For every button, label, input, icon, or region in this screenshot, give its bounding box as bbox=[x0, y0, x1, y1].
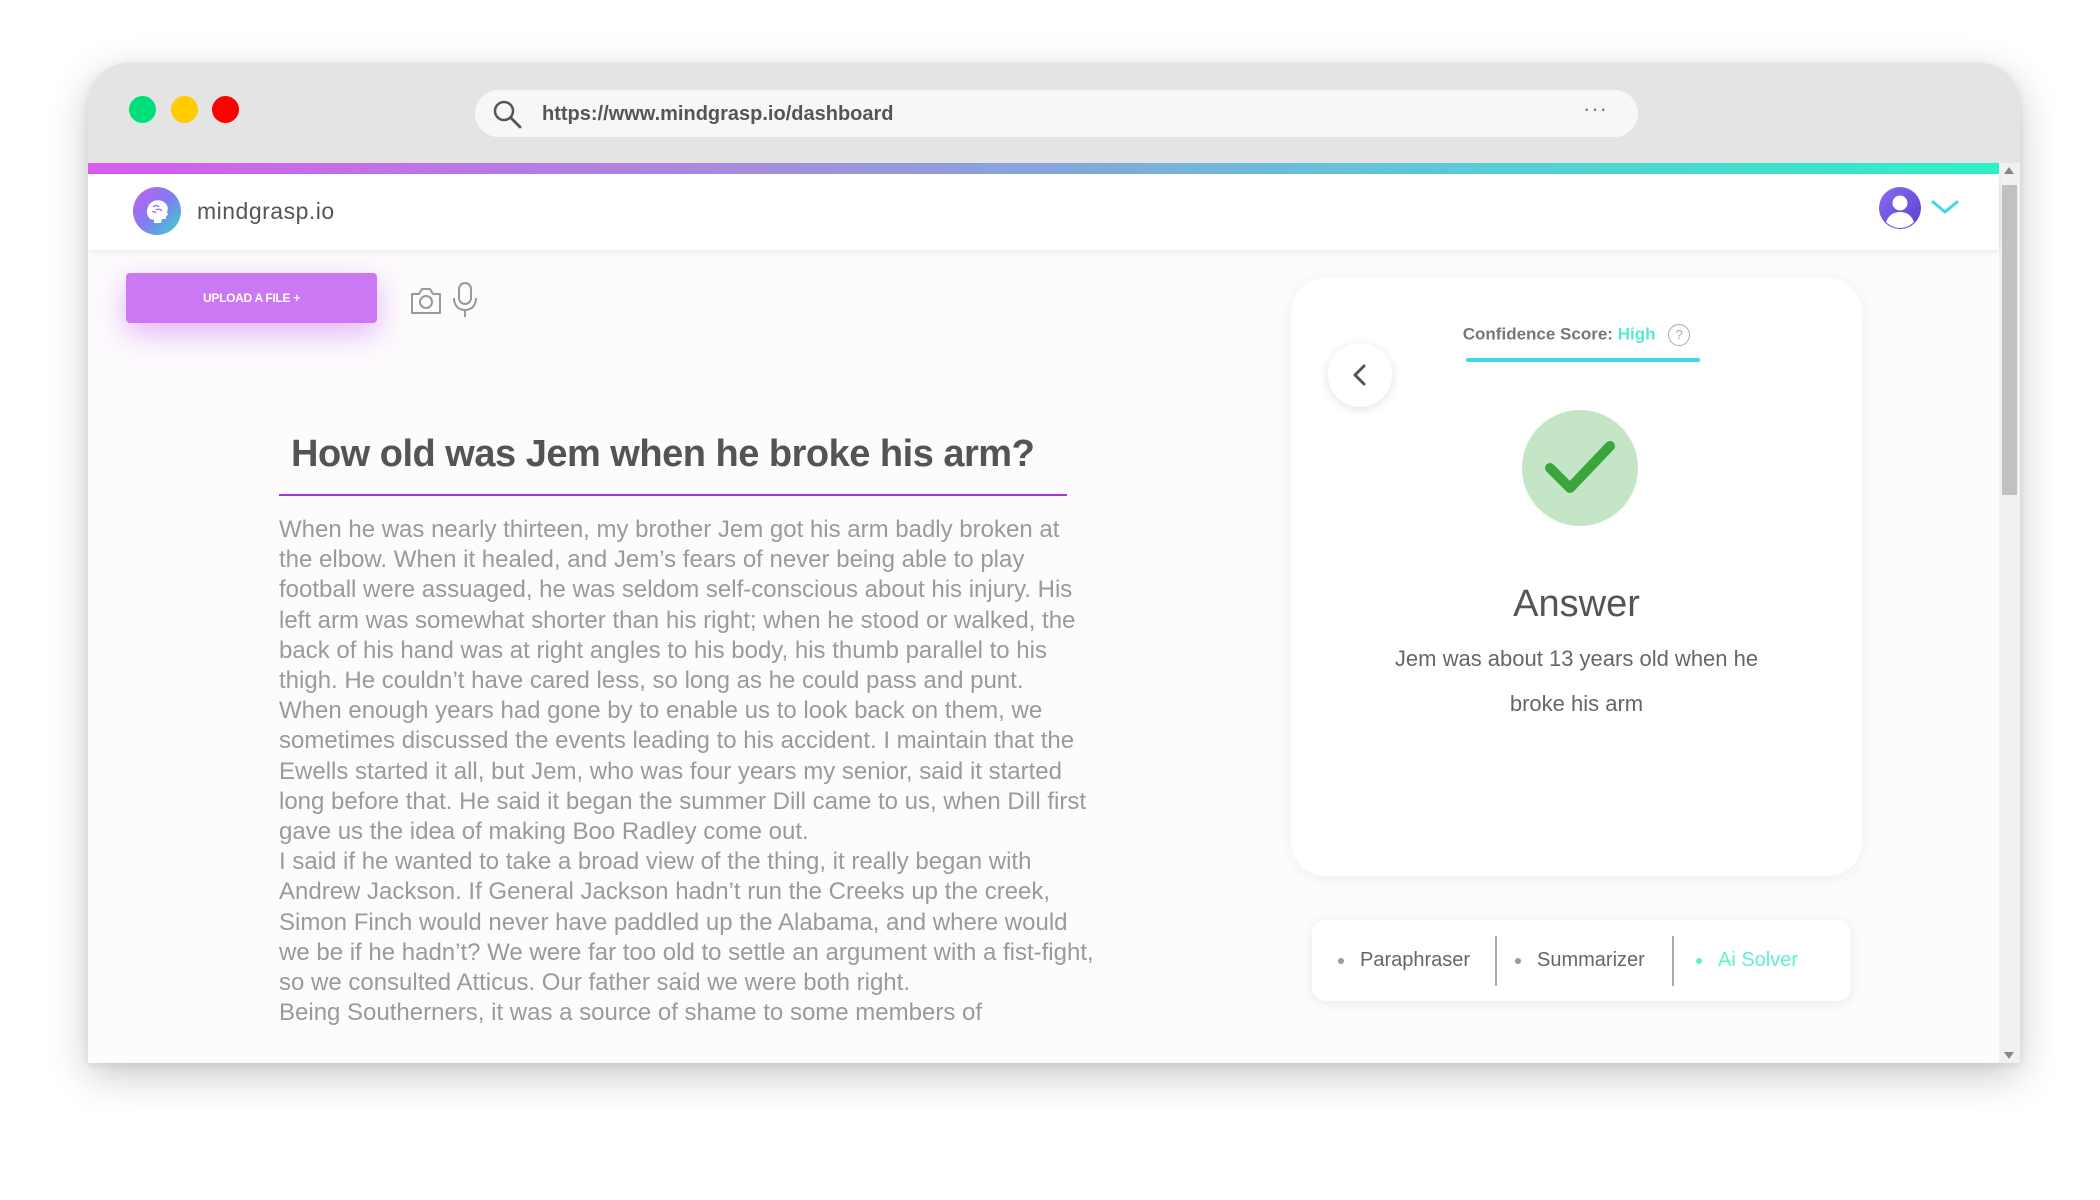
answer-title: Answer bbox=[1513, 583, 1640, 625]
gradient-divider bbox=[88, 163, 1999, 174]
tool-summarizer[interactable]: Summarizer bbox=[1515, 920, 1645, 1001]
browser-titlebar: https://www.mindgrasp.io/dashboard ··· bbox=[88, 63, 2020, 163]
passage-paragraph: Being Southerners, it was a source of sh… bbox=[279, 999, 982, 1027]
answer-text: Jem was about 13 years old when he broke… bbox=[1394, 646, 1759, 716]
confidence-label: Confidence Score: bbox=[1462, 324, 1613, 344]
close-button[interactable] bbox=[212, 96, 239, 123]
tool-divider bbox=[1672, 936, 1674, 986]
tool-selector: Paraphraser Summarizer Ai Solver bbox=[1312, 920, 1851, 1001]
app-header: mindgrasp.io bbox=[88, 174, 1999, 250]
back-button[interactable] bbox=[1328, 343, 1392, 407]
chevron-down-icon[interactable] bbox=[1930, 198, 1960, 216]
search-icon bbox=[493, 100, 522, 129]
camera-icon[interactable] bbox=[409, 285, 443, 317]
brain-logo-icon[interactable] bbox=[133, 187, 181, 235]
scroll-up-arrow-icon[interactable] bbox=[2004, 167, 2014, 174]
tool-label: Summarizer bbox=[1537, 949, 1645, 971]
user-avatar-icon[interactable] bbox=[1878, 186, 1922, 230]
passage-paragraph: When enough years had gone by to enable … bbox=[279, 697, 1087, 846]
bullet-icon bbox=[1696, 957, 1702, 964]
browser-window: https://www.mindgrasp.io/dashboard ··· m… bbox=[88, 63, 2020, 1063]
minimize-button[interactable] bbox=[171, 96, 198, 123]
tool-label: Paraphraser bbox=[1360, 949, 1471, 971]
help-icon[interactable]: ? bbox=[1668, 324, 1691, 346]
page-scrollbar[interactable] bbox=[1999, 163, 2020, 1063]
question-heading: How old was Jem when he broke his arm? bbox=[291, 433, 1035, 475]
bullet-icon bbox=[1338, 957, 1344, 964]
confidence-score: Confidence Score: High ? bbox=[1291, 324, 1862, 346]
brand-name[interactable]: mindgrasp.io bbox=[197, 198, 335, 225]
chevron-left-icon bbox=[1353, 364, 1366, 386]
tool-paraphraser[interactable]: Paraphraser bbox=[1338, 920, 1470, 1001]
confidence-value: High bbox=[1617, 324, 1656, 344]
bullet-icon bbox=[1515, 957, 1521, 964]
passage-paragraph: When he was nearly thirteen, my brother … bbox=[279, 516, 1076, 695]
answer-card: Confidence Score: High ? Answer Jem was … bbox=[1291, 278, 1862, 876]
passage-text: When he was nearly thirteen, my brother … bbox=[279, 515, 1099, 1028]
scrollbar-thumb[interactable] bbox=[2002, 185, 2017, 495]
tool-ai-solver[interactable]: Ai Solver bbox=[1696, 920, 1798, 1001]
more-options-icon[interactable]: ··· bbox=[1583, 96, 1608, 122]
maximize-button[interactable] bbox=[129, 96, 156, 123]
tool-divider bbox=[1495, 936, 1497, 986]
address-bar[interactable]: https://www.mindgrasp.io/dashboard ··· bbox=[475, 90, 1638, 137]
confidence-underline bbox=[1466, 358, 1700, 362]
address-url[interactable]: https://www.mindgrasp.io/dashboard bbox=[542, 103, 894, 126]
scroll-down-arrow-icon[interactable] bbox=[2004, 1052, 2014, 1059]
upload-file-button[interactable]: UPLOAD A FILE + bbox=[126, 273, 377, 323]
passage-paragraph: I said if he wanted to take a broad view… bbox=[279, 848, 1094, 997]
microphone-icon[interactable] bbox=[451, 281, 479, 319]
question-underline bbox=[279, 494, 1067, 496]
success-check-icon bbox=[1522, 410, 1638, 526]
tool-label: Ai Solver bbox=[1718, 949, 1799, 971]
